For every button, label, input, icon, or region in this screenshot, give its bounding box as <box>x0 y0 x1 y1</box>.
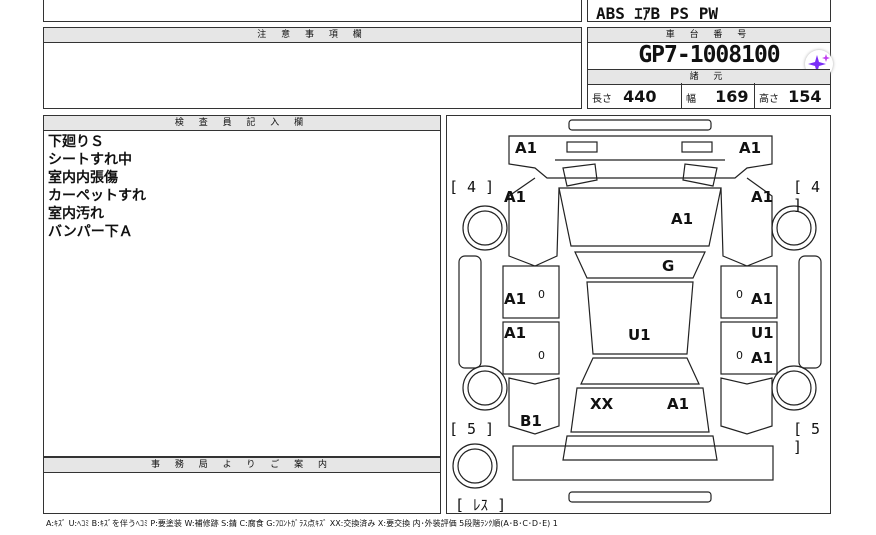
damage-hood: A1 <box>671 210 694 228</box>
chassis-number: GP7-1008100 <box>638 42 780 68</box>
damage-front-left-corner: A1 <box>515 139 538 157</box>
car-diagram-box: [ 4 ] [ 4 ] [ 5 ] [ 5 ] [ ﾚｽ ] A1 A1 A1 … <box>446 115 831 514</box>
caution-box: 注 意 事 項 欄 <box>43 27 582 109</box>
width-label: 幅 <box>686 94 696 105</box>
chassis-box: 車 台 番 号 GP7-1008100 諸 元 長さ 440 幅 169 高さ … <box>587 27 833 109</box>
zero-mark: 0 <box>736 288 743 301</box>
office-box: 事 務 局 よ り ご 案 内 <box>43 457 441 514</box>
note-line: 室内汚れ <box>48 206 104 222</box>
damage-center: U1 <box>628 326 651 344</box>
car-diagram <box>452 119 822 503</box>
damage-right-rear-door-2: A1 <box>751 349 774 367</box>
damage-right-rear-door: U1 <box>751 324 774 342</box>
damage-left-front-door: A1 <box>504 290 527 308</box>
note-line: 室内内張傷 <box>48 170 118 186</box>
damage-front-left-fender: A1 <box>504 188 527 206</box>
equipment-box: ABS ｴｱB PS PW <box>587 0 831 23</box>
tire-label-rear-left: [ 5 ] <box>449 420 495 438</box>
spec-divider-1 <box>681 83 682 109</box>
length-value: 440 <box>623 87 657 106</box>
zero-mark: 0 <box>736 349 743 362</box>
note-line: 下廻りＳ <box>48 134 104 150</box>
spare-tire-label: [ ﾚｽ ] <box>455 496 507 514</box>
specs-header: 諸 元 <box>689 72 729 82</box>
inspector-header: 検 査 員 記 入 欄 <box>44 116 440 131</box>
tire-label-front-right: [ 4 ] <box>793 178 821 214</box>
equipment-text: ABS ｴｱB PS PW <box>596 4 718 23</box>
note-line: カーペットすれ <box>48 188 146 204</box>
damage-rear-left: XX <box>590 395 614 413</box>
specs-header-row: 諸 元 <box>588 69 830 85</box>
spec-divider-2 <box>754 83 755 109</box>
damage-front-right-corner: A1 <box>739 139 762 157</box>
damage-right-front-door: A1 <box>751 290 774 308</box>
tire-label-front-left: [ 4 ] <box>449 178 495 196</box>
spec-length: 長さ 440 <box>592 87 657 106</box>
office-header: 事 務 局 よ り ご 案 内 <box>44 458 440 473</box>
zero-mark: 0 <box>538 349 545 362</box>
height-label: 高さ <box>759 94 779 105</box>
chassis-header: 車 台 番 号 <box>588 28 830 43</box>
damage-left-rear: B1 <box>520 412 542 430</box>
top-left-box <box>43 0 582 22</box>
tire-label-rear-right: [ 5 ] <box>793 420 821 456</box>
width-value: 169 <box>715 87 749 106</box>
note-line: バンパー下Ａ <box>48 224 133 240</box>
zero-mark: 0 <box>538 288 545 301</box>
inspector-box: 検 査 員 記 入 欄 下廻りＳ シートすれ中 室内内張傷 カーペットすれ 室内… <box>43 115 441 457</box>
length-label: 長さ <box>592 94 612 105</box>
caution-header: 注 意 事 項 欄 <box>44 28 581 43</box>
damage-front-right-fender: A1 <box>751 188 774 206</box>
note-line: シートすれ中 <box>48 152 132 168</box>
damage-roof: G <box>662 257 675 275</box>
spec-width: 幅 169 <box>686 87 749 106</box>
spec-height: 高さ 154 <box>759 87 822 106</box>
damage-rear-right: A1 <box>667 395 690 413</box>
damage-left-rear-door: A1 <box>504 324 527 342</box>
inspector-notes: 下廻りＳ シートすれ中 室内内張傷 カーペットすれ 室内汚れ バンパー下Ａ <box>48 133 146 241</box>
legend-text: A:ｷｽﾞ U:ﾍｺﾐ B:ｷｽﾞを伴うﾍｺﾐ P:要塗装 W:補修跡 S:錆 … <box>46 519 558 528</box>
height-value: 154 <box>788 87 822 106</box>
